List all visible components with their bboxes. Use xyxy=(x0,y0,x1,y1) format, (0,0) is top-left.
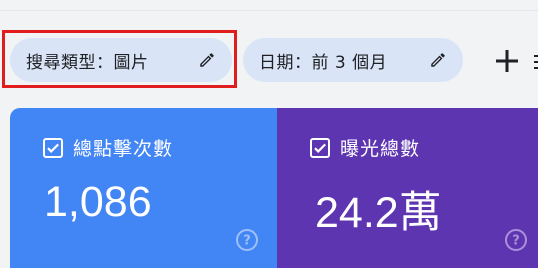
overflow-edge-icon xyxy=(534,55,538,69)
total-impressions-value: 24.2萬 xyxy=(315,189,442,237)
svg-text:?: ? xyxy=(512,234,520,249)
svg-text:?: ? xyxy=(243,234,251,249)
date-filter-chip[interactable]: 日期：前 3 個月 xyxy=(243,38,463,82)
date-filter-label: 日期：前 3 個月 xyxy=(259,52,388,73)
checkbox-checked-icon[interactable] xyxy=(310,137,330,158)
total-clicks-label: 總點擊次數 xyxy=(73,138,174,160)
top-strip xyxy=(0,0,538,11)
total-clicks-value: 1,086 xyxy=(44,178,152,226)
total-impressions-label: 曝光總數 xyxy=(340,138,421,160)
total-clicks-title-row: 總點擊次數 xyxy=(43,134,173,161)
checkbox-checked-icon[interactable] xyxy=(43,137,63,158)
edit-pencil-icon[interactable] xyxy=(429,51,447,69)
help-question-icon[interactable]: ? xyxy=(235,228,259,252)
add-filter-plus-icon[interactable] xyxy=(490,44,524,78)
total-impressions-card[interactable]: 曝光總數 24.2萬 ? xyxy=(277,108,538,268)
total-impressions-title-row: 曝光總數 xyxy=(310,134,420,161)
help-question-icon[interactable]: ? xyxy=(504,228,528,252)
total-clicks-card[interactable]: 總點擊次數 1,086 ? xyxy=(10,108,277,268)
highlight-annotation xyxy=(2,30,237,88)
